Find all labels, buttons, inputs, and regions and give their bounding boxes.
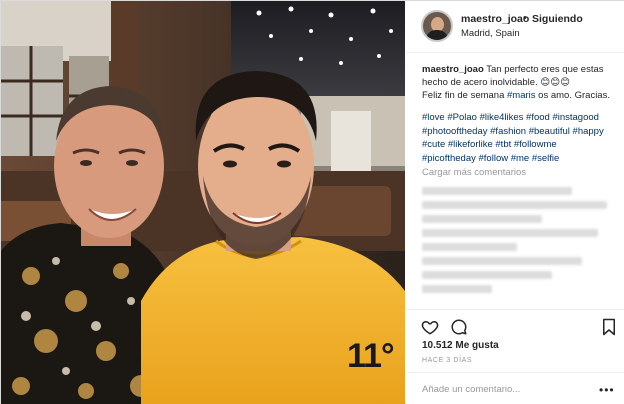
caption-line-2: hecho de acero inolvidable. 😊😊😊 [422, 77, 571, 88]
instagram-post: 11° maestro_joao • Siguiendo Madrid, Spa… [0, 0, 624, 404]
blurred-comment-line [422, 187, 572, 195]
blurred-comment-line [422, 243, 517, 251]
blurred-comment-line [422, 285, 492, 293]
comment-input[interactable]: Añade un comentario... [422, 384, 520, 395]
following-button[interactable]: Siguiendo [532, 13, 583, 25]
post-details-panel: maestro_joao • Siguiendo Madrid, Spain m… [406, 1, 624, 404]
caption-username[interactable]: maestro_joao [422, 64, 484, 75]
avatar-body [426, 30, 448, 40]
blurred-comment-line [422, 201, 607, 209]
post-actions [406, 309, 624, 339]
separator-dot: • [523, 12, 527, 24]
username-link[interactable]: maestro_joao [461, 13, 529, 25]
hashtag-line[interactable]: #photooftheday #fashion #beautiful #happ… [422, 125, 618, 139]
avatar[interactable] [421, 10, 453, 42]
heart-icon[interactable] [421, 318, 439, 336]
comment-icon[interactable] [450, 318, 468, 336]
hashtag-maris[interactable]: #maris [507, 90, 536, 101]
more-options-icon[interactable]: ••• [599, 383, 615, 397]
blurred-comment-line [422, 229, 598, 237]
location-link[interactable]: Madrid, Spain [461, 28, 520, 39]
load-more-comments-link[interactable]: Cargar más comentarios [422, 167, 526, 178]
blurred-comment-line [422, 257, 582, 265]
caption-line-1: Tan perfecto eres que estas [486, 64, 604, 75]
blurred-comment-line [422, 215, 542, 223]
post-timestamp: HACE 3 DÍAS [422, 357, 473, 364]
selfie-illustration [1, 1, 405, 404]
hashtag-line[interactable]: #picoftheday #follow #me #selfie [422, 152, 618, 166]
hashtag-line[interactable]: #cute #likeforlike #tbt #followme [422, 138, 618, 152]
hashtag-list: #love #Polao #like4likes #food #instagoo… [422, 111, 618, 165]
add-comment-bar: Añade un comentario... ••• [406, 372, 624, 404]
post-header: maestro_joao • Siguiendo Madrid, Spain [406, 1, 624, 53]
post-photo[interactable]: 11° [1, 1, 405, 404]
post-caption: maestro_joao Tan perfecto eres que estas… [422, 63, 618, 102]
jersey-number: 11° [347, 337, 395, 375]
caption-line-3b: os amo. Gracias. [535, 90, 610, 101]
hashtag-line[interactable]: #love #Polao #like4likes #food #instagoo… [422, 111, 618, 125]
likes-count[interactable]: 10.512 Me gusta [422, 340, 499, 351]
bookmark-icon[interactable] [602, 318, 616, 336]
blurred-comment-line [422, 271, 552, 279]
caption-line-3a: Feliz fin de semana [422, 90, 508, 101]
